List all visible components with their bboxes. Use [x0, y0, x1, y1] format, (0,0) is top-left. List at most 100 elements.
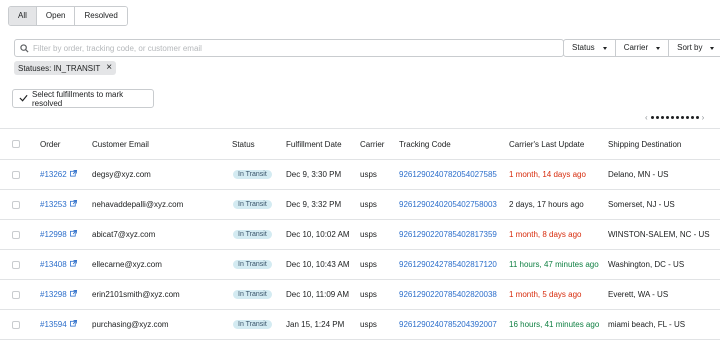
customer-email: ellecarne@xyz.com: [92, 260, 162, 269]
col-carrier: Carrier: [360, 139, 385, 149]
row-checkbox[interactable]: [12, 200, 20, 209]
col-tracking: Tracking Code: [399, 139, 451, 149]
status-badge: In Transit: [233, 230, 272, 239]
customer-email: degsy@xyz.com: [92, 170, 151, 179]
external-link-icon[interactable]: [69, 170, 77, 179]
status-filter-button[interactable]: Status: [564, 40, 616, 56]
shipping-destination: Delano, MN - US: [608, 170, 669, 179]
status-tabs: All Open Resolved: [8, 6, 128, 26]
carrier: usps: [360, 170, 377, 179]
order-number[interactable]: #12998: [40, 230, 67, 239]
shipping-destination: Somerset, NJ - US: [608, 200, 675, 209]
last-update: 1 month, 5 days ago: [509, 290, 582, 299]
last-update: 2 days, 17 hours ago: [509, 200, 584, 209]
tab-resolved[interactable]: Resolved: [75, 7, 127, 25]
col-email: Customer Email: [92, 139, 149, 149]
shipping-destination: Everett, WA - US: [608, 290, 669, 299]
row-checkbox[interactable]: [12, 320, 20, 329]
status-badge: In Transit: [233, 170, 272, 179]
tracking-code-link[interactable]: 9261290220785402820038: [399, 280, 497, 309]
tracking-code-link[interactable]: 9261290240782054027585: [399, 160, 497, 189]
fulfillment-date: Dec 9, 3:32 PM: [286, 200, 342, 209]
order-link[interactable]: #13594: [40, 310, 77, 339]
customer-email: abicat7@xyz.com: [92, 230, 156, 239]
table-row: #13262 degsy@xyz.com In Transit Dec 9, 3:30…: [0, 160, 720, 190]
external-link-icon[interactable]: [69, 200, 77, 209]
fulfillments-table: Order Customer Email Status Fulfillment …: [0, 128, 720, 340]
external-link-icon[interactable]: [69, 320, 77, 329]
row-checkbox[interactable]: [12, 170, 20, 179]
checkmark-icon: [19, 94, 28, 104]
search-icon: [15, 43, 33, 53]
order-number[interactable]: #13298: [40, 290, 67, 299]
shipping-destination: WINSTON-SALEM, NC - US: [608, 230, 710, 239]
table-row: #12998 abicat7@xyz.com In Transit Dec 10, 1…: [0, 220, 720, 250]
fulfillment-date: Dec 10, 11:09 AM: [286, 290, 349, 299]
sort-button[interactable]: Sort by: [669, 40, 720, 56]
search-bar: [14, 39, 564, 57]
order-link[interactable]: #13298: [40, 280, 77, 309]
carrier-filter-label: Carrier: [623, 43, 649, 52]
search-input[interactable]: [33, 43, 533, 53]
chip-label: Statuses: IN_TRANSIT: [18, 63, 101, 73]
order-link[interactable]: #12998: [40, 220, 77, 249]
status-badge: In Transit: [233, 290, 272, 299]
caret-down-icon: [656, 46, 661, 50]
order-link[interactable]: #13262: [40, 160, 77, 189]
remove-filter-icon[interactable]: ×: [106, 63, 112, 73]
col-date: Fulfillment Date: [286, 139, 342, 149]
carrier: usps: [360, 320, 377, 329]
order-number[interactable]: #13262: [40, 170, 67, 179]
row-checkbox[interactable]: [12, 230, 20, 239]
carrier-filter-button[interactable]: Carrier: [616, 40, 670, 56]
external-link-icon[interactable]: [69, 230, 77, 239]
customer-email: nehavaddepalli@xyz.com: [92, 200, 184, 209]
table-row: #13298 erin2101smith@xyz.com In Transit Dec…: [0, 280, 720, 310]
col-destination: Shipping Destination: [608, 139, 682, 149]
fulfillment-date: Jan 15, 1:24 PM: [286, 320, 345, 329]
caret-down-icon: [602, 46, 607, 50]
caret-down-icon: [710, 46, 715, 50]
chevron-left-icon[interactable]: ‹: [645, 113, 648, 122]
fulfillment-date: Dec 10, 10:02 AM: [286, 230, 350, 239]
row-checkbox[interactable]: [12, 260, 20, 269]
tracking-code-link[interactable]: 9261290240785204392007: [399, 310, 497, 339]
external-link-icon[interactable]: [69, 260, 77, 269]
sort-label: Sort by: [677, 43, 703, 52]
status-badge: In Transit: [233, 320, 272, 329]
status-badge: In Transit: [233, 200, 272, 209]
order-link[interactable]: #13408: [40, 250, 77, 279]
table-row: #13594 purchasing@xyz.com In Transit Jan 15…: [0, 310, 720, 340]
last-update: 1 month, 8 days ago: [509, 230, 582, 239]
shipping-destination: Washington, DC - US: [608, 260, 685, 269]
external-link-icon[interactable]: [69, 290, 77, 299]
tab-open[interactable]: Open: [36, 7, 76, 25]
page-dots: [650, 116, 699, 119]
status-filter-label: Status: [572, 43, 595, 52]
col-order: Order: [40, 139, 61, 149]
col-last-update: Carrier's Last Update: [509, 139, 585, 149]
order-number[interactable]: #13253: [40, 200, 67, 209]
chevron-right-icon[interactable]: ›: [702, 113, 705, 122]
row-checkbox[interactable]: [12, 290, 20, 299]
carrier: usps: [360, 200, 377, 209]
shipping-destination: miami beach, FL - US: [608, 320, 686, 329]
fulfillment-date: Dec 10, 10:43 AM: [286, 260, 350, 269]
carrier: usps: [360, 260, 377, 269]
last-update: 11 hours, 47 minutes ago: [509, 260, 599, 269]
carrier: usps: [360, 290, 377, 299]
tracking-code-link[interactable]: 9261290220785402817359: [399, 220, 497, 249]
fulfillment-date: Dec 9, 3:30 PM: [286, 170, 342, 179]
table-row: #13408 ellecarne@xyz.com In Transit Dec 10,…: [0, 250, 720, 280]
last-update: 16 hours, 41 minutes ago: [509, 320, 600, 329]
order-link[interactable]: #13253: [40, 190, 77, 219]
last-update: 1 month, 14 days ago: [509, 170, 586, 179]
tracking-code-link[interactable]: 9261290242785402817120: [399, 250, 497, 279]
filter-buttons: Status Carrier Sort by: [563, 39, 720, 57]
tab-all[interactable]: All: [9, 7, 37, 25]
tracking-code-link[interactable]: 9261290240205402758003: [399, 190, 497, 219]
order-number[interactable]: #13594: [40, 320, 67, 329]
order-number[interactable]: #13408: [40, 260, 67, 269]
mark-resolved-button[interactable]: Select fulfillments to mark resolved: [12, 89, 154, 108]
select-all-checkbox[interactable]: [12, 140, 20, 148]
